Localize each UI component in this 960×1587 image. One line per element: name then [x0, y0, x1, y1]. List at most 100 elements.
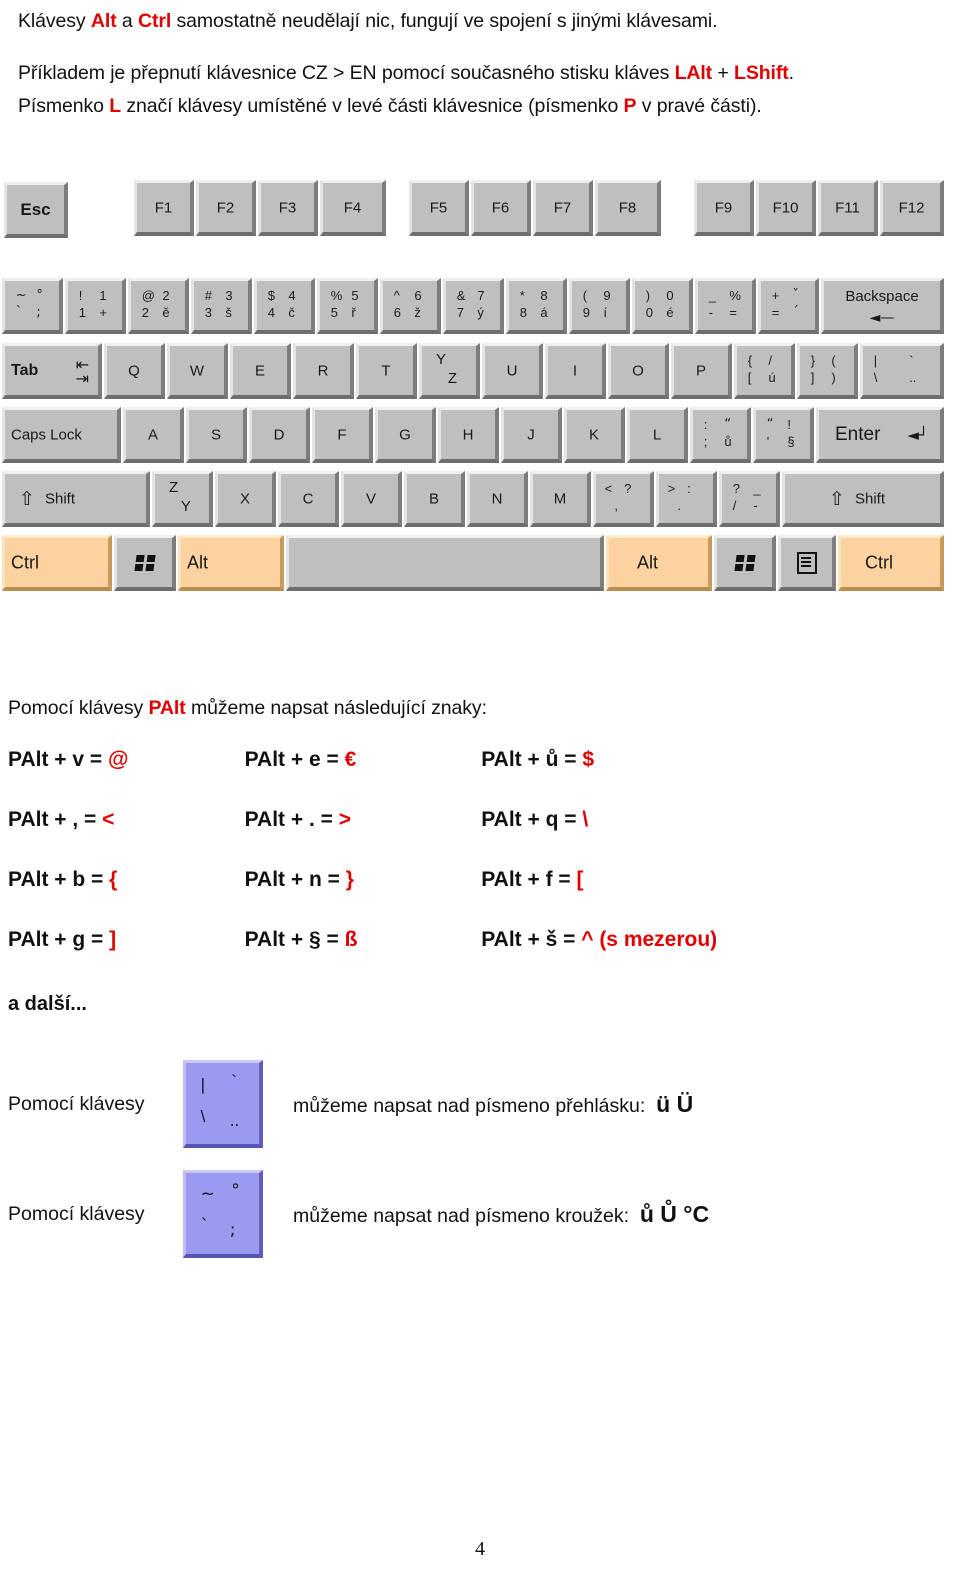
key-6[interactable]: ^ 6 6 ž: [380, 278, 441, 334]
further-note: a další...: [8, 993, 87, 1015]
key-o[interactable]: O: [608, 343, 669, 399]
key-7[interactable]: & 7 7 ý: [443, 278, 504, 334]
key-1[interactable]: ! 1 1 +: [65, 278, 126, 334]
enter-arrow-icon: ◄┘: [907, 425, 928, 444]
key-f3[interactable]: F3: [258, 180, 318, 236]
key-l[interactable]: L: [627, 407, 688, 463]
key-bracket-right[interactable]: }(]): [797, 343, 858, 399]
key-tab[interactable]: Tab ⇤ ⇥: [2, 343, 102, 399]
key-windows-left[interactable]: [114, 535, 176, 591]
intro-line-1-part-b: a: [116, 10, 138, 32]
keyword-ctrl: Ctrl: [138, 10, 172, 32]
keyboard-number-row: ~ ° `; ! 1 1 + @2 2 ě #3 3 š $4 4 č % 5 5 ř ^ 6 6 ž & 7 7 ý …: [0, 278, 945, 338]
key-n[interactable]: N: [467, 471, 528, 527]
key-f2[interactable]: F2: [196, 180, 256, 236]
key-f9[interactable]: F9: [694, 180, 754, 236]
key-quote[interactable]: “! ' §: [753, 407, 814, 463]
palt-cell-1-0: PAlt + , = <: [8, 808, 115, 831]
table-row: PAlt + b = { PAlt + n = } PAlt + f = [: [8, 868, 828, 928]
key-g[interactable]: G: [375, 407, 436, 463]
key-e[interactable]: E: [230, 343, 291, 399]
key-f7[interactable]: F7: [533, 180, 593, 236]
key-equal[interactable]: + ˇ = ´: [758, 278, 819, 334]
key-period[interactable]: >:.: [656, 471, 717, 527]
callout-ring: Pomocí klávesy ~ ° ` ; můžeme napsat nad…: [8, 1170, 938, 1258]
palt-cell-0-0: PAlt + v = @: [8, 748, 129, 771]
palt-intro-line: Pomocí klávesy PAlt můžeme napsat násled…: [8, 697, 487, 720]
intro-line-1-part-a: Klávesy: [18, 10, 91, 32]
key-enter[interactable]: Enter ◄┘: [816, 407, 944, 463]
key-t[interactable]: T: [356, 343, 417, 399]
key-space[interactable]: [286, 535, 604, 591]
key-caps-lock[interactable]: Caps Lock: [2, 407, 121, 463]
key-windows-right[interactable]: [714, 535, 776, 591]
key-bracket-left[interactable]: {/[ú: [734, 343, 795, 399]
intro-line-3-part-a: Písmenko: [18, 95, 110, 117]
key-f11[interactable]: F11: [818, 180, 878, 236]
key-f1[interactable]: F1: [134, 180, 194, 236]
key-v[interactable]: V: [341, 471, 402, 527]
key-shift-right-label: Shift: [855, 490, 886, 507]
key-z-y[interactable]: ZY: [152, 471, 213, 527]
callout-umlaut-text: můžeme napsat nad písmeno přehlásku: ü Ü: [293, 1090, 694, 1117]
keyboard-home-row: Caps Lock A S D F G H J K L : “; ů “! ' § En…: [0, 407, 945, 467]
key-8[interactable]: * 8 8 á: [506, 278, 567, 334]
key-h[interactable]: H: [438, 407, 499, 463]
key-slash[interactable]: ? _ / -: [719, 471, 780, 527]
key-alt-left[interactable]: Alt: [178, 535, 284, 591]
key-c[interactable]: C: [278, 471, 339, 527]
key-semicolon[interactable]: : “; ů: [690, 407, 751, 463]
keyword-l: L: [109, 95, 122, 117]
key-f4[interactable]: F4: [320, 180, 386, 236]
key-0[interactable]: ) 0 0 é: [632, 278, 693, 334]
palt-cell-0-1: PAlt + e = €: [244, 748, 357, 771]
key-backslash[interactable]: | ` \..: [860, 343, 944, 399]
key-2[interactable]: @2 2 ě: [128, 278, 189, 334]
key-f8[interactable]: F8: [595, 180, 661, 236]
palt-combinations-table: PAlt + v = @ PAlt + e = € PAlt + ů = $ P…: [8, 748, 828, 988]
key-j[interactable]: J: [501, 407, 562, 463]
key-m[interactable]: M: [530, 471, 591, 527]
key-4[interactable]: $4 4 č: [254, 278, 315, 334]
tab-arrows-icon: ⇤ ⇥: [75, 355, 89, 388]
key-x[interactable]: X: [215, 471, 276, 527]
keyboard-bottom-row: Ctrl Alt Alt Ctrl: [0, 535, 945, 597]
key-b[interactable]: B: [404, 471, 465, 527]
key-w[interactable]: W: [167, 343, 228, 399]
key-f10[interactable]: F10: [756, 180, 816, 236]
key-r[interactable]: R: [293, 343, 354, 399]
key-shift-left[interactable]: ⇧ Shift: [2, 471, 150, 527]
callout-umlaut-examples: ü Ü: [656, 1090, 694, 1117]
key-f5[interactable]: F5: [409, 180, 469, 236]
key-shift-right[interactable]: ⇧ Shift: [782, 471, 944, 527]
key-q[interactable]: Q: [104, 343, 165, 399]
key-3[interactable]: #3 3 š: [191, 278, 252, 334]
key-i[interactable]: I: [545, 343, 606, 399]
key-f6[interactable]: F6: [471, 180, 531, 236]
key-9[interactable]: (9 9 í: [569, 278, 630, 334]
key-s[interactable]: S: [186, 407, 247, 463]
keyboard-qwerty-row: Tab ⇤ ⇥ Q W E R T YZ U I O P {/[ú }(]) | `…: [0, 343, 945, 403]
key-y-z[interactable]: YZ: [419, 343, 480, 399]
key-ctrl-left[interactable]: Ctrl: [2, 535, 112, 591]
key-f[interactable]: F: [312, 407, 373, 463]
key-u[interactable]: U: [482, 343, 543, 399]
key-a[interactable]: A: [123, 407, 184, 463]
key-d[interactable]: D: [249, 407, 310, 463]
key-context-menu[interactable]: [778, 535, 836, 591]
key-5[interactable]: % 5 5 ř: [317, 278, 378, 334]
key-p[interactable]: P: [671, 343, 732, 399]
key-backspace[interactable]: Backspace ◄—: [821, 278, 944, 334]
palt-cell-2-2: PAlt + f = [: [481, 868, 584, 891]
shift-arrow-icon-right: ⇧: [829, 487, 845, 510]
key-esc[interactable]: Esc: [4, 182, 68, 238]
key-comma[interactable]: <?,: [593, 471, 654, 527]
palt-cell-2-1: PAlt + n = }: [244, 868, 354, 891]
key-k[interactable]: K: [564, 407, 625, 463]
key-backquote[interactable]: ~ ° `;: [2, 278, 63, 334]
key-ctrl-right[interactable]: Ctrl: [838, 535, 944, 591]
key-minus[interactable]: _% - =: [695, 278, 756, 334]
key-alt-right[interactable]: Alt: [606, 535, 712, 591]
key-f12[interactable]: F12: [880, 180, 944, 236]
windows-logo-icon: [733, 554, 756, 571]
